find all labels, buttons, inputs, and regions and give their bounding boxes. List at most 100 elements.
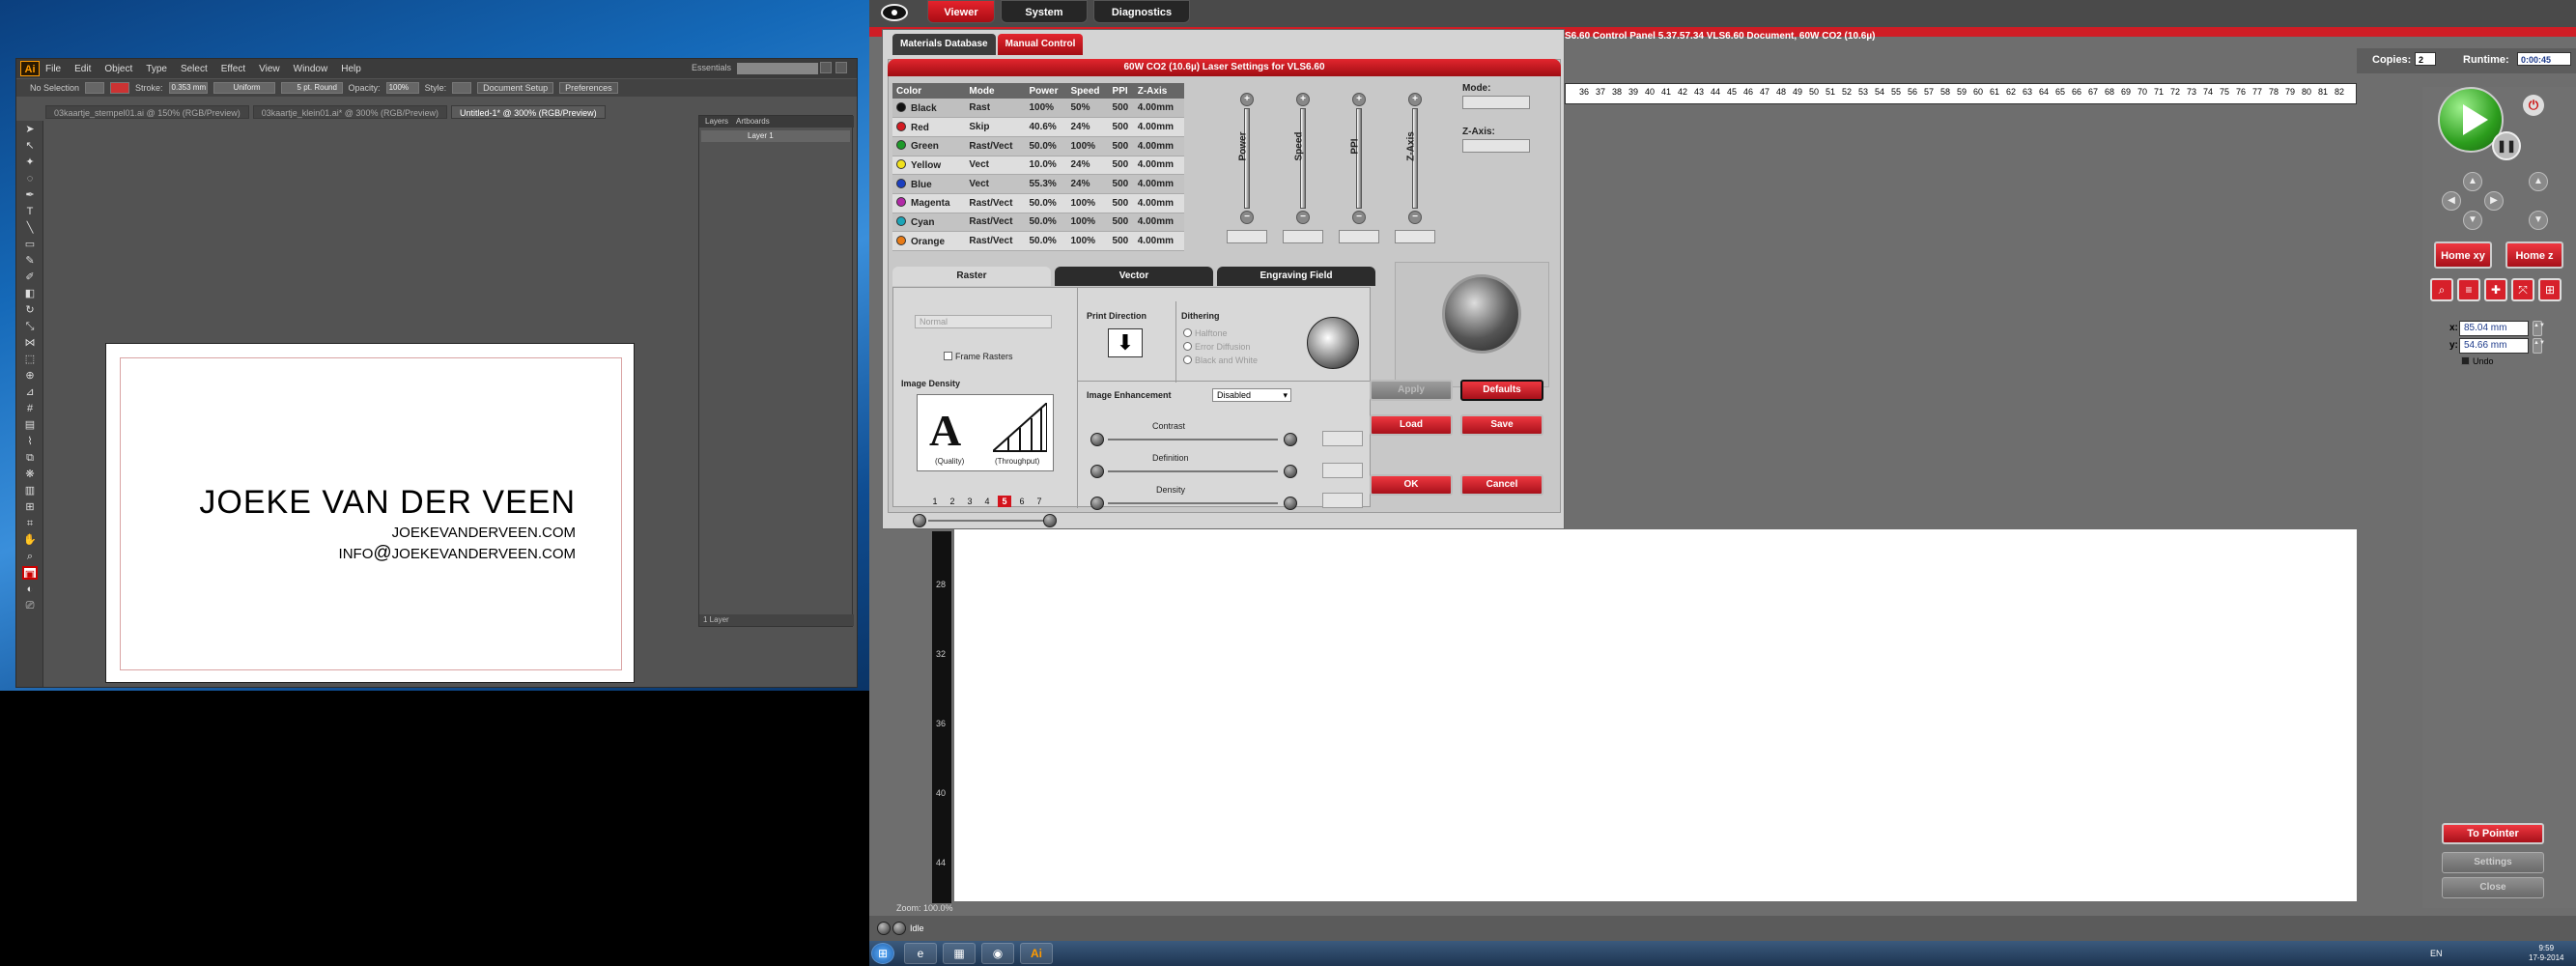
rectangle-tool-icon[interactable]: ▭ <box>22 238 38 251</box>
width-tool-icon[interactable]: ⋈ <box>22 336 38 350</box>
menu-object[interactable]: Object <box>104 64 132 74</box>
power-icon[interactable]: ⏻ <box>2523 95 2544 116</box>
perspective-grid-icon[interactable]: ⊿ <box>22 385 38 399</box>
illustrator-taskbar-icon[interactable]: Ai <box>1020 943 1053 964</box>
opacity-field[interactable]: 100% <box>385 82 419 94</box>
menu-select[interactable]: Select <box>181 64 208 74</box>
speed-minus-icon[interactable]: − <box>1296 211 1310 224</box>
relocate-icon[interactable]: ⤧ <box>2511 278 2534 301</box>
engraving-workspace[interactable] <box>954 529 2357 901</box>
density-left-knob-icon[interactable] <box>913 514 926 527</box>
z-axis-minus-icon[interactable]: − <box>1408 211 1422 224</box>
internet-explorer-icon[interactable]: e <box>904 943 937 964</box>
lasso-icon[interactable]: ◌ <box>22 172 38 185</box>
home-xy-button[interactable]: Home xy <box>2434 242 2492 269</box>
density-level-1[interactable]: 1 <box>928 496 942 507</box>
selection-tool-icon[interactable]: ➤ <box>22 123 38 136</box>
chrome-icon[interactable]: ◉ <box>981 943 1014 964</box>
save-button[interactable]: Save <box>1460 414 1543 436</box>
menu-window[interactable]: Window <box>294 64 328 74</box>
enh-density-value-field[interactable] <box>1322 493 1363 508</box>
doc-tab-untitled[interactable]: Untitled-1* @ 300% (RGB/Preview) <box>450 105 606 119</box>
density-level-6[interactable]: 6 <box>1015 496 1029 507</box>
ppi-value-field[interactable] <box>1339 230 1379 243</box>
ok-button[interactable]: OK <box>1370 474 1453 496</box>
pointer-icon[interactable]: ✚ <box>2484 278 2507 301</box>
search-input[interactable] <box>737 63 818 74</box>
zoom-tool-icon[interactable]: ⌕ <box>22 550 38 563</box>
hand-tool-icon[interactable]: ✋ <box>22 533 38 547</box>
table-row[interactable]: Blue Vect 55.3% 24% 500 4.00mm <box>892 174 1184 194</box>
x-coordinate-field[interactable]: 85.04 mm <box>2459 321 2529 336</box>
preferences-button[interactable]: Preferences <box>559 82 618 94</box>
enh-density-left-icon[interactable] <box>1090 497 1104 510</box>
cancel-button[interactable]: Cancel <box>1460 474 1543 496</box>
z-axis-select[interactable] <box>1462 139 1530 153</box>
contrast-slider-track[interactable] <box>1108 439 1278 440</box>
contrast-left-icon[interactable] <box>1090 433 1104 446</box>
direct-selection-tool-icon[interactable]: ↖ <box>22 139 38 153</box>
arrow-down-icon[interactable]: ▼ <box>2463 211 2482 230</box>
artboard-tool-icon[interactable]: ⊞ <box>22 500 38 514</box>
estimate-icon[interactable]: ≡ <box>2457 278 2480 301</box>
start-button-icon[interactable]: ⊞ <box>871 943 894 964</box>
duplicate-icon[interactable]: ⊞ <box>2538 278 2562 301</box>
y-coordinate-field[interactable]: 54.66 mm <box>2459 338 2529 354</box>
table-row[interactable]: Orange Rast/Vect 50.0% 100% 500 4.00mm <box>892 231 1184 251</box>
line-tool-icon[interactable]: ╲ <box>22 221 38 235</box>
free-transform-icon[interactable]: ⬚ <box>22 353 38 366</box>
rotate-tool-icon[interactable]: ↻ <box>22 303 38 317</box>
speed-slider[interactable]: + Speed − <box>1283 93 1323 267</box>
menu-type[interactable]: Type <box>146 64 167 74</box>
document-setup-button[interactable]: Document Setup <box>477 82 554 94</box>
close-button[interactable]: Close <box>2442 877 2544 898</box>
enh-density-slider-track[interactable] <box>1108 502 1278 504</box>
z-axis-slider[interactable]: + Z-Axis − <box>1395 93 1435 267</box>
contrast-value-field[interactable] <box>1322 431 1363 446</box>
variable-width-select[interactable]: Uniform <box>212 82 275 94</box>
table-row[interactable]: Yellow Vect 10.0% 24% 500 4.00mm <box>892 156 1184 176</box>
table-row[interactable]: Red Skip 40.6% 24% 500 4.00mm <box>892 117 1184 137</box>
eyedropper-icon[interactable]: ⌇ <box>22 435 38 448</box>
stroke-swatch[interactable] <box>110 82 130 94</box>
rotary-knob-icon[interactable] <box>1442 274 1521 354</box>
business-card-artboard[interactable]: JOEKE VAN DER VEEN JOEKEVANDERVEEN.COM I… <box>105 343 635 683</box>
blend-tool-icon[interactable]: ⧉ <box>22 451 38 465</box>
ppi-minus-icon[interactable]: − <box>1352 211 1366 224</box>
table-row[interactable]: Black Rast 100% 50% 500 4.00mm <box>892 99 1184 119</box>
stroke-weight-field[interactable]: 0.353 mm <box>168 82 208 94</box>
density-level-2[interactable]: 2 <box>946 496 959 507</box>
pause-icon[interactable]: ❚❚ <box>2492 131 2521 160</box>
arrow-left-icon[interactable]: ◀ <box>2442 191 2461 211</box>
menu-file[interactable]: File <box>45 64 61 74</box>
layer-row[interactable]: Layer 1 <box>701 130 850 142</box>
tab-engraving-field[interactable]: Engraving Field <box>1217 267 1375 286</box>
symbol-sprayer-icon[interactable]: ❋ <box>22 468 38 481</box>
menu-edit[interactable]: Edit <box>74 64 91 74</box>
definition-left-icon[interactable] <box>1090 465 1104 478</box>
density-right-knob-icon[interactable] <box>1043 514 1057 527</box>
z-up-icon[interactable]: ▲ <box>2529 172 2548 191</box>
density-level-3[interactable]: 3 <box>963 496 977 507</box>
tab-system[interactable]: System <box>1001 0 1088 23</box>
system-clock[interactable]: 9:59 17-9-2014 <box>2529 944 2563 963</box>
color-mode-icon[interactable]: ◐ <box>22 582 38 596</box>
power-slider[interactable]: + Power − <box>1227 93 1267 267</box>
pencil-icon[interactable]: ✐ <box>22 270 38 284</box>
close-icon[interactable] <box>835 62 847 73</box>
table-row[interactable]: Green Rast/Vect 50.0% 100% 500 4.00mm <box>892 136 1184 156</box>
menu-view[interactable]: View <box>259 64 280 74</box>
frame-rasters-checkbox[interactable]: Frame Rasters <box>944 352 1013 361</box>
tab-manual-control[interactable]: Manual Control <box>997 34 1084 55</box>
magic-wand-icon[interactable]: ✦ <box>22 156 38 169</box>
menu-help[interactable]: Help <box>341 64 361 74</box>
card-email-text[interactable]: INFO@JOEKEVANDERVEEN.COM <box>339 543 576 564</box>
defaults-button[interactable]: Defaults <box>1460 380 1543 401</box>
table-row[interactable]: Cyan Rast/Vect 50.0% 100% 500 4.00mm <box>892 213 1184 233</box>
to-pointer-button[interactable]: To Pointer <box>2442 823 2544 844</box>
speed-plus-icon[interactable]: + <box>1296 93 1310 106</box>
screen-mode-icon[interactable]: ⎚ <box>22 599 38 612</box>
definition-slider-track[interactable] <box>1108 470 1278 472</box>
ppi-plus-icon[interactable]: + <box>1352 93 1366 106</box>
doc-tab-klein[interactable]: 03kaartje_klein01.ai* @ 300% (RGB/Previe… <box>252 105 447 119</box>
